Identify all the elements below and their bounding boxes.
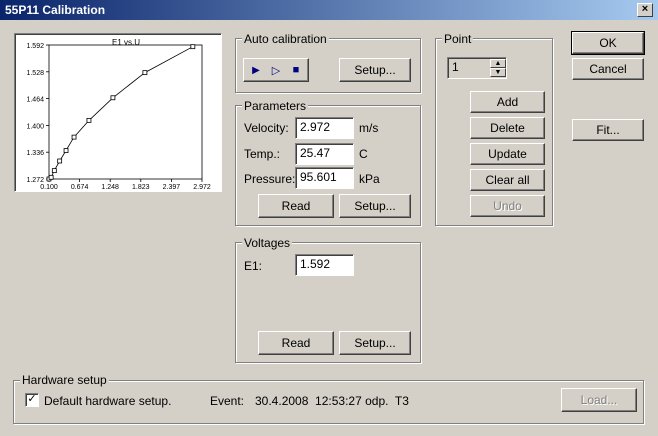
ok-button[interactable]: OK — [571, 31, 645, 55]
default-hardware-checkbox[interactable]: ✓ — [25, 393, 39, 407]
chart-title: E1 vs.U — [112, 38, 140, 47]
parameters-setup-button[interactable]: Setup... — [339, 194, 411, 218]
default-hardware-label: Default hardware setup. — [44, 394, 172, 408]
x-tick-label: 1.248 — [101, 184, 119, 189]
auto-calibration-title: Auto calibration — [242, 32, 329, 46]
temp-unit: C — [359, 147, 368, 161]
pressure-unit: kPa — [359, 172, 380, 186]
parameters-read-button[interactable]: Read — [258, 194, 334, 218]
play-icon[interactable]: ▶ — [246, 65, 266, 76]
parameters-title: Parameters — [242, 99, 309, 113]
auto-calibration-controls: ▶ ▷ ■ — [243, 58, 309, 82]
pressure-field[interactable]: 95.601 — [295, 167, 354, 189]
plot-frame — [48, 44, 203, 180]
data-point — [110, 95, 116, 101]
undo-button[interactable]: Undo — [470, 195, 545, 217]
voltages-setup-button[interactable]: Setup... — [339, 331, 411, 355]
voltages-title: Voltages — [242, 236, 293, 250]
velocity-label: Velocity: — [244, 121, 289, 135]
cancel-button[interactable]: Cancel — [572, 58, 644, 80]
hardware-setup-title: Hardware setup — [20, 373, 109, 387]
data-point — [190, 44, 196, 50]
clear-all-button[interactable]: Clear all — [470, 169, 545, 191]
point-title: Point — [442, 32, 474, 46]
e1-field[interactable]: 1.592 — [295, 254, 354, 276]
data-point — [86, 117, 92, 123]
auto-setup-button[interactable]: Setup... — [339, 58, 411, 82]
stop-icon[interactable]: ■ — [286, 64, 306, 76]
data-point — [142, 70, 148, 76]
data-point — [57, 158, 63, 164]
series-line — [48, 46, 193, 180]
x-tick-label: 0.100 — [40, 184, 58, 189]
x-tick-label: 2.972 — [193, 184, 211, 189]
y-tick-label: 1.528 — [26, 70, 44, 77]
temp-label: Temp.: — [244, 147, 281, 161]
x-tick-label: 1.823 — [132, 184, 150, 189]
data-point — [51, 168, 57, 174]
temp-field[interactable]: 25.47 — [295, 143, 354, 165]
event-label: Event: — [210, 394, 245, 408]
y-tick-label: 1.400 — [26, 123, 44, 130]
y-tick-label: 1.272 — [26, 177, 44, 184]
data-point — [63, 148, 69, 153]
e1-label: E1: — [244, 259, 263, 273]
load-button[interactable]: Load... — [561, 388, 637, 412]
y-tick-label: 1.336 — [26, 150, 44, 157]
close-button[interactable]: × — [637, 3, 653, 17]
event-value: 30.4.2008 12:53:27 odp. T3 — [255, 394, 409, 408]
calibration-chart: E1 vs.U 1.592 1.528 1.464 1.400 1.336 1.272 0… — [14, 33, 222, 192]
delete-point-button[interactable]: Delete — [470, 117, 545, 139]
voltages-read-button[interactable]: Read — [258, 331, 334, 355]
y-tick-label: 1.592 — [26, 43, 44, 50]
velocity-unit: m/s — [359, 121, 379, 135]
velocity-field[interactable]: 2.972 — [295, 117, 354, 139]
fit-button[interactable]: Fit... — [572, 119, 644, 141]
x-tick-label: 2.397 — [163, 184, 181, 189]
update-point-button[interactable]: Update — [470, 143, 545, 165]
step-icon[interactable]: ▷ — [266, 64, 286, 77]
add-point-button[interactable]: Add — [470, 91, 545, 113]
y-tick-label: 1.464 — [26, 97, 44, 104]
data-point — [71, 134, 77, 140]
data-point — [48, 174, 54, 180]
spin-up-icon[interactable]: ▲ — [490, 59, 506, 68]
x-tick-label: 0.674 — [71, 184, 89, 189]
chart-svg: E1 vs.U 1.592 1.528 1.464 1.400 1.336 1.272 0… — [26, 38, 211, 189]
window-title: 55P11 Calibration — [5, 3, 106, 17]
spin-down-icon[interactable]: ▼ — [490, 68, 506, 77]
pressure-label: Pressure: — [244, 172, 296, 186]
